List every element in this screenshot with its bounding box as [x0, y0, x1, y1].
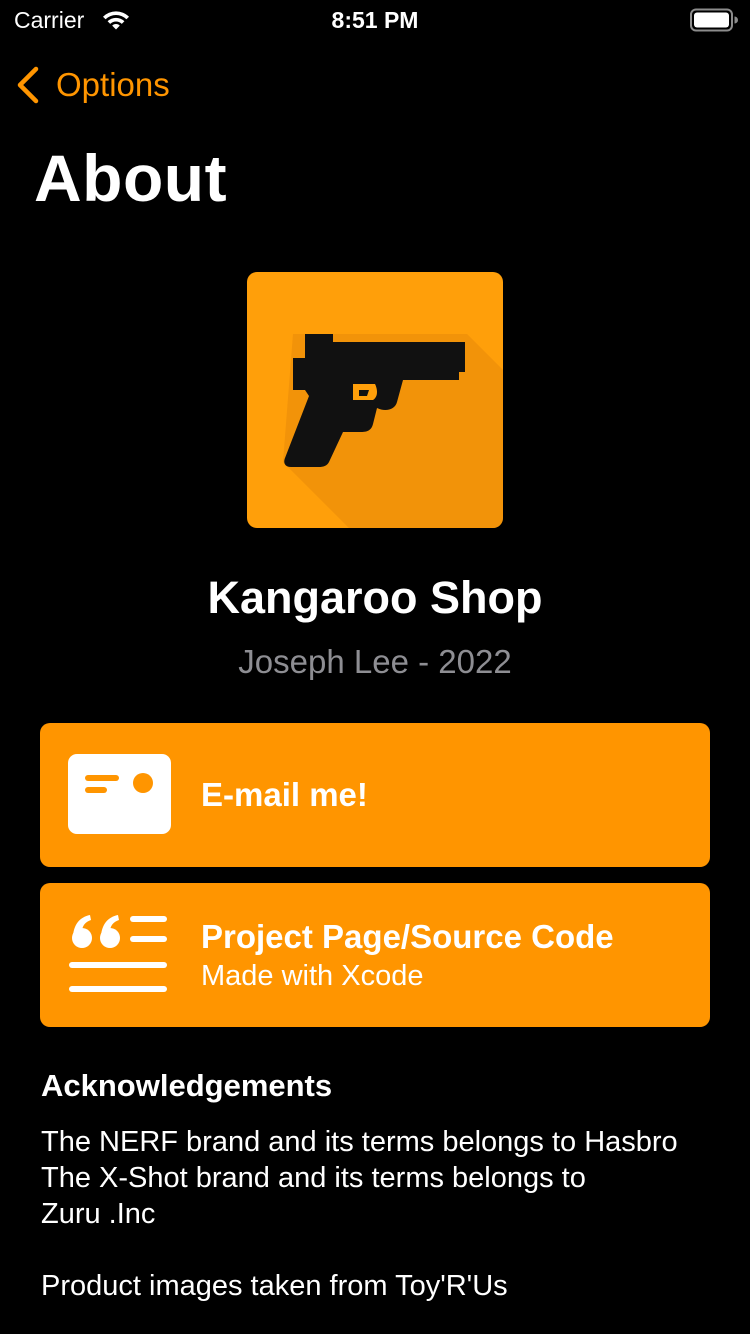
chevron-left-icon [17, 66, 39, 104]
acknowledgement-line: The NERF brand and its terms belongs to … [41, 1126, 678, 1158]
clock: 8:51 PM [331, 7, 419, 33]
acknowledgements-text: The NERF brand and its terms belongs to … [41, 1124, 731, 1304]
back-button[interactable]: Options [14, 62, 170, 108]
pistol-app-icon [247, 272, 503, 528]
project-page-button[interactable]: Project Page/Source Code Made with Xcode [40, 883, 710, 1027]
battery-icon [690, 8, 738, 32]
project-page-subtitle: Made with Xcode [201, 960, 424, 992]
contact-card-icon [68, 754, 171, 834]
acknowledgement-line: The X-Shot brand and its terms belongs t… [41, 1162, 586, 1194]
app-author: Joseph Lee - 2022 [238, 643, 512, 680]
status-bar: Carrier 8:51 PM [0, 0, 750, 40]
quote-text-icon [69, 915, 167, 992]
app-name: Kangaroo Shop [207, 572, 543, 623]
acknowledgement-spacer [41, 1232, 731, 1268]
page-title: About [34, 141, 228, 215]
acknowledgement-line: Product images taken from Toy'R'Us [41, 1270, 508, 1302]
acknowledgements-heading: Acknowledgements [41, 1068, 333, 1103]
acknowledgement-line: Zuru .Inc [41, 1198, 156, 1230]
email-button-label: E-mail me! [201, 776, 368, 813]
email-button[interactable]: E-mail me! [40, 723, 710, 867]
project-page-label: Project Page/Source Code [201, 918, 614, 955]
back-label: Options [56, 66, 170, 103]
